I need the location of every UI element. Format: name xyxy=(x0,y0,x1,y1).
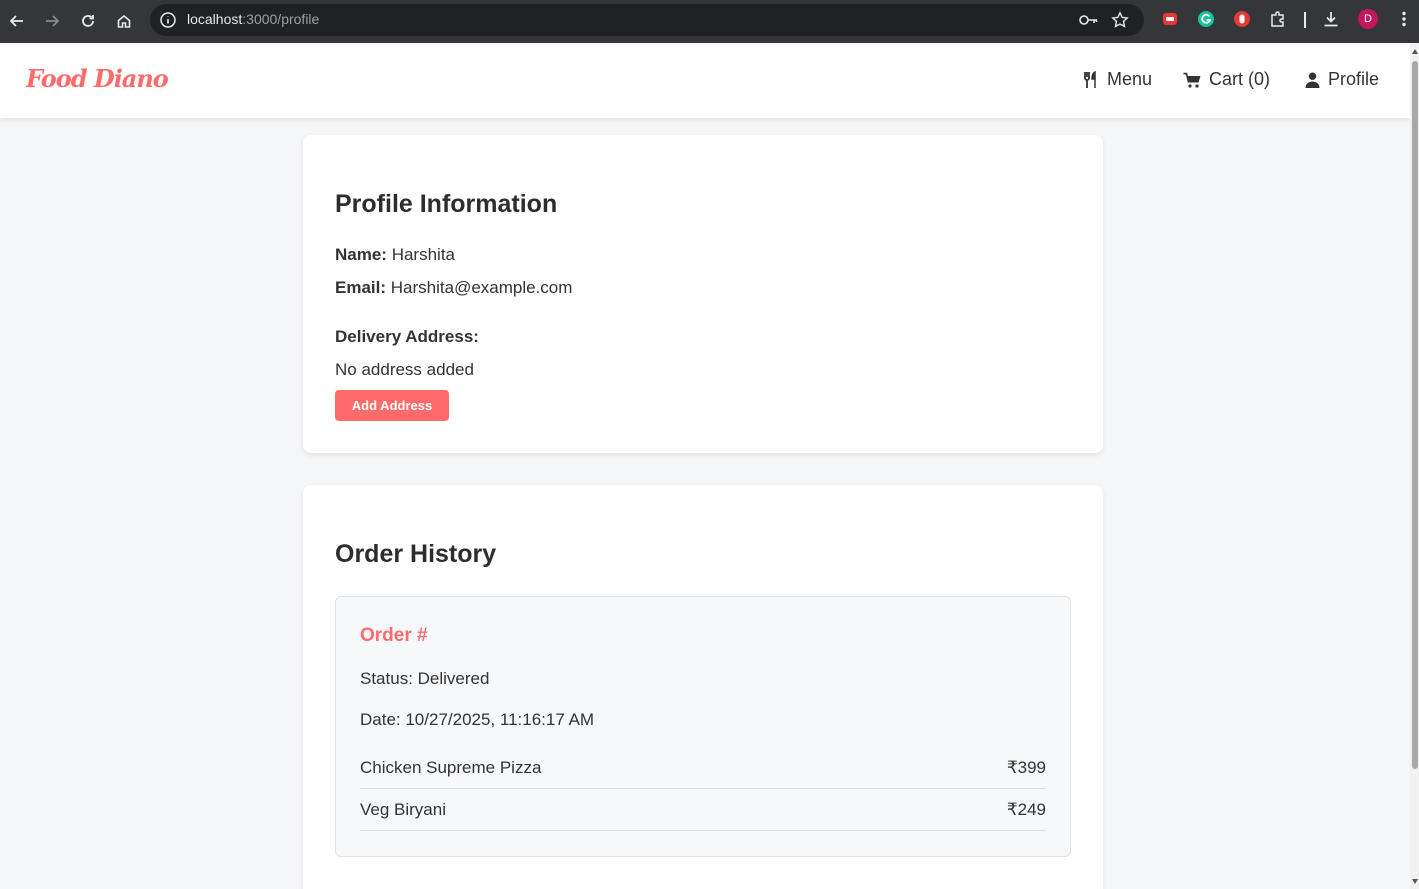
toolbar-divider xyxy=(1304,12,1306,28)
nav-profile-link[interactable]: Profile xyxy=(1305,69,1379,90)
delivery-address-label: Delivery Address: xyxy=(335,327,479,346)
add-address-button[interactable]: Add Address xyxy=(335,390,449,421)
extension-hand-icon[interactable] xyxy=(1233,10,1251,28)
address-bar[interactable]: localhost:3000/profile xyxy=(150,4,1144,36)
user-icon xyxy=(1305,72,1320,88)
name-value: Harshita xyxy=(391,245,456,264)
scroll-up-arrow-icon[interactable] xyxy=(1412,49,1418,54)
order-item-row: Chicken Supreme Pizza ₹399 xyxy=(360,747,1046,789)
browser-toolbar: localhost:3000/profile D xyxy=(0,0,1419,43)
scrollbar-thumb[interactable] xyxy=(1412,61,1418,769)
order-card: Order # Status: Delivered Date: 10/27/20… xyxy=(335,596,1071,857)
order-item-price: ₹249 xyxy=(1006,799,1046,819)
scroll-down-arrow-icon[interactable] xyxy=(1412,879,1418,884)
home-icon[interactable] xyxy=(111,8,137,34)
profile-email-row: Email: Harshita@example.com xyxy=(335,278,572,298)
extension-red-icon[interactable] xyxy=(1161,10,1179,28)
order-history-title: Order History xyxy=(335,540,497,568)
profile-avatar[interactable]: D xyxy=(1358,9,1378,29)
fork-knife-icon xyxy=(1083,70,1099,89)
order-item-name: Veg Biryani xyxy=(360,799,446,819)
page-scrollbar[interactable] xyxy=(1410,43,1419,889)
order-status: Status: Delivered xyxy=(360,669,490,688)
forward-icon[interactable] xyxy=(39,8,65,34)
downloads-icon[interactable] xyxy=(1322,10,1340,28)
nav-menu-link[interactable]: Menu xyxy=(1083,69,1152,90)
order-item-price: ₹399 xyxy=(1006,757,1046,777)
extensions-puzzle-icon[interactable] xyxy=(1269,10,1287,28)
site-header: Food Diano Menu Cart (0) Profile xyxy=(0,43,1410,118)
profile-information-card: Profile Information Name: Harshita Email… xyxy=(303,135,1103,453)
nav-menu-label: Menu xyxy=(1107,69,1153,89)
order-history-card: Order History Order # Status: Delivered … xyxy=(303,485,1103,889)
order-date: Date: 10/27/2025, 11:16:17 AM xyxy=(360,710,595,729)
delivery-address-value: No address added xyxy=(335,360,474,379)
password-key-icon[interactable] xyxy=(1078,11,1098,29)
shopping-cart-icon xyxy=(1183,72,1201,88)
name-label: Name: xyxy=(335,245,387,264)
email-label: Email: xyxy=(335,278,387,297)
profile-section-title: Profile Information xyxy=(335,190,558,218)
site-logo[interactable]: Food Diano xyxy=(26,64,169,93)
email-value: Harshita@example.com xyxy=(390,278,573,297)
order-item-name: Chicken Supreme Pizza xyxy=(360,757,542,777)
back-icon[interactable] xyxy=(4,8,30,34)
bookmark-star-icon[interactable] xyxy=(1111,11,1129,29)
nav-cart-label: Cart (0) xyxy=(1209,69,1271,89)
url-text[interactable]: localhost:3000/profile xyxy=(187,11,319,27)
nav-cart-link[interactable]: Cart (0) xyxy=(1183,69,1270,90)
nav-profile-label: Profile xyxy=(1328,69,1380,89)
site-info-icon[interactable] xyxy=(159,11,177,29)
profile-name-row: Name: Harshita xyxy=(335,245,455,265)
reload-icon[interactable] xyxy=(75,8,101,34)
order-number: Order # xyxy=(360,625,428,646)
grammarly-icon[interactable] xyxy=(1197,10,1215,28)
more-options-icon[interactable] xyxy=(1395,10,1413,28)
order-item-row: Veg Biryani ₹249 xyxy=(360,789,1046,831)
